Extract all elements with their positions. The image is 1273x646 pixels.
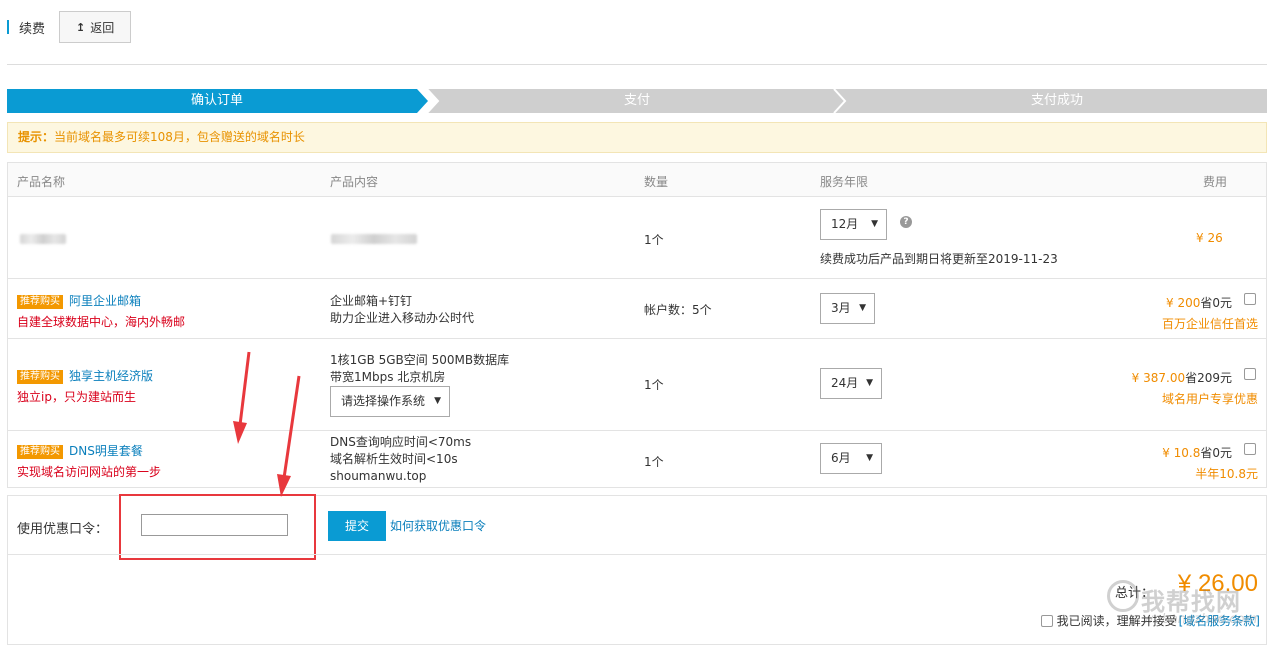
period-select-value: 12月 — [831, 217, 859, 231]
chevron-down-icon: ▼ — [866, 378, 873, 388]
coupon-help-link[interactable]: 如何获取优惠口令 — [390, 517, 486, 534]
save-amount: 省0元 — [1200, 446, 1232, 460]
order-table: 产品名称 产品内容 数量 服务年限 费用 1个 12月 ▼ ? 续费成功后产品到… — [7, 162, 1267, 488]
product-content: 1核1GB 5GB空间 500MB数据库 带宽1Mbps 北京机房 — [330, 352, 509, 386]
renewal-note: 续费成功后产品到期日将更新至2019-11-23 — [820, 252, 1058, 266]
terms-link[interactable]: [域名服务条款] — [1179, 612, 1260, 629]
table-row-recommend-dns: 推荐购买 DNS明星套餐 实现域名访问网站的第一步 DNS查询响应时间<70ms … — [8, 431, 1266, 488]
coupon-label: 使用优惠口令： — [17, 522, 109, 537]
content-line: 域名解析生效时间<10s — [330, 452, 458, 466]
price-value: ¥ 10.8 — [1162, 446, 1201, 460]
recommend-badge: 推荐购买 — [17, 445, 63, 459]
header-service-period: 服务年限 — [820, 175, 869, 189]
chevron-down-icon: ▼ — [866, 453, 873, 463]
os-select-value: 请选择操作系统 — [341, 394, 426, 408]
product-content: DNS查询响应时间<70ms 域名解析生效时间<10s shoumanwu.to… — [330, 434, 471, 485]
recommend-badge: 推荐购买 — [17, 370, 63, 384]
step-confirm-order: 确认订单 — [190, 93, 243, 108]
product-name-link[interactable]: 独享主机经济版 — [69, 369, 153, 383]
header-quantity: 数量 — [644, 175, 669, 189]
tip-banner: 提示：当前域名最多可续108月，包含赠送的域名时长 — [7, 122, 1267, 153]
quantity-value: 1个 — [644, 378, 664, 392]
promo-text: 域名用户专享优惠 — [1161, 392, 1258, 406]
os-select[interactable]: 请选择操作系统 ▼ — [330, 386, 450, 417]
product-cell: 推荐购买 独享主机经济版 独立ip，只为建站而生 — [17, 367, 153, 405]
chevron-down-icon: ▼ — [859, 303, 866, 313]
product-slogan: 自建全球数据中心，海内外畅邮 — [17, 315, 186, 329]
select-checkbox[interactable] — [1244, 443, 1256, 455]
product-slogan: 独立ip，只为建站而生 — [17, 390, 136, 404]
total-label: 总计： — [1114, 586, 1154, 601]
annotation-highlight-box — [119, 494, 316, 560]
save-amount: 省0元 — [1200, 296, 1232, 310]
period-select[interactable]: 3月 ▼ — [820, 293, 875, 324]
product-content: 企业邮箱+钉钉 助力企业进入移动办公时代 — [330, 293, 474, 327]
tip-prefix: 提示： — [18, 130, 55, 144]
page-title: 续费 — [19, 21, 46, 37]
chevron-down-icon: ▼ — [871, 219, 878, 229]
divider — [7, 64, 1267, 65]
header-product-content: 产品内容 — [330, 175, 379, 189]
product-name-redacted — [20, 233, 66, 247]
period-select-value: 6月 — [831, 451, 851, 465]
content-line: shoumanwu.top — [330, 469, 427, 483]
quantity-value: 1个 — [644, 233, 664, 247]
chevron-down-icon: ▼ — [434, 396, 441, 406]
content-line: DNS查询响应时间<70ms — [330, 435, 472, 449]
table-row-recommend-mail: 推荐购买 阿里企业邮箱 自建全球数据中心，海内外畅邮 企业邮箱+钉钉 助力企业进入… — [8, 279, 1266, 339]
content-line: 带宽1Mbps 北京机房 — [330, 370, 446, 384]
step-pay-success: 支付成功 — [1030, 93, 1083, 108]
save-amount: 省209元 — [1185, 371, 1232, 385]
product-name-link[interactable]: DNS明星套餐 — [69, 444, 143, 458]
table-row-recommend-host: 推荐购买 独享主机经济版 独立ip，只为建站而生 1核1GB 5GB空间 500M… — [8, 339, 1266, 431]
period-select[interactable]: 6月 ▼ — [820, 443, 882, 474]
recommend-badge: 推荐购买 — [17, 295, 63, 309]
period-select-value: 3月 — [831, 301, 851, 315]
price-value: ¥ 200 — [1166, 296, 1201, 310]
agree-text: 我已阅读，理解并接受 — [1056, 614, 1177, 628]
agreement: 我已阅读，理解并接受 [域名服务条款] — [1040, 612, 1260, 629]
submit-button[interactable]: 提交 — [328, 511, 386, 541]
title-accent-bar — [7, 20, 9, 34]
period-select[interactable]: 24月 ▼ — [820, 368, 882, 399]
price-value: ¥ 26 — [1196, 231, 1223, 245]
tip-text: 当前域名最多可续108月，包含赠送的域名时长 — [54, 130, 305, 144]
period-select[interactable]: 12月 ▼ — [820, 209, 887, 240]
arrow-up-icon: ↥ — [76, 20, 86, 34]
back-button-label: 返回 — [90, 20, 115, 35]
promo-text: 百万企业信任首选 — [1161, 317, 1258, 331]
product-slogan: 实现域名访问网站的第一步 — [17, 465, 162, 479]
top-bar: 续费 ↥ 返回 — [7, 10, 132, 44]
total-section: 总计： ¥ 26.00 我已阅读，理解并接受 [域名服务条款] — [7, 554, 1267, 645]
fee-cell: ¥ 387.00省209元 域名用户专享优惠 — [1132, 369, 1258, 407]
content-line: 1核1GB 5GB空间 500MB数据库 — [330, 353, 510, 367]
product-cell: 推荐购买 DNS明星套餐 实现域名访问网站的第一步 — [17, 442, 161, 480]
header-fee: 费用 — [1203, 175, 1228, 189]
quantity-value: 1个 — [644, 455, 664, 469]
table-header: 产品名称 产品内容 数量 服务年限 费用 — [8, 163, 1266, 197]
select-checkbox[interactable] — [1244, 293, 1256, 305]
header-product-name: 产品名称 — [17, 175, 66, 189]
product-name-link[interactable]: 阿里企业邮箱 — [69, 294, 141, 308]
back-button[interactable]: ↥ 返回 — [59, 11, 132, 43]
product-content-redacted — [331, 233, 417, 247]
step-pay: 支付 — [623, 93, 650, 108]
agree-checkbox[interactable] — [1040, 614, 1053, 627]
select-checkbox[interactable] — [1244, 368, 1256, 380]
promo-text: 半年10.8元 — [1195, 467, 1258, 481]
price-value: ¥ 387.00 — [1131, 371, 1186, 385]
product-cell: 推荐购买 阿里企业邮箱 自建全球数据中心，海内外畅邮 — [17, 292, 185, 330]
order-steps: 确认订单 支付 支付成功 — [7, 89, 1267, 113]
total-value: ¥ 26.00 — [1177, 570, 1258, 597]
table-row-domain: 1个 12月 ▼ ? 续费成功后产品到期日将更新至2019-11-23 ¥ 26 — [8, 197, 1266, 279]
quantity-value: 帐户数：5个 — [644, 303, 712, 317]
content-line: 企业邮箱+钉钉 — [330, 294, 413, 308]
help-icon[interactable]: ? — [900, 216, 912, 228]
period-select-value: 24月 — [831, 376, 859, 390]
content-line: 助力企业进入移动办公时代 — [330, 311, 475, 325]
